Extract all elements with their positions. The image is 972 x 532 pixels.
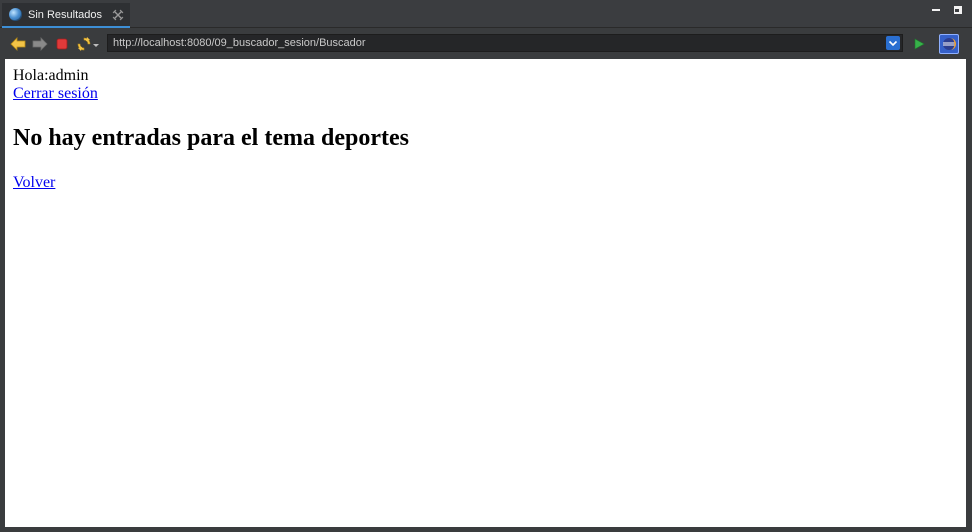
maximize-icon[interactable] — [954, 6, 962, 14]
browser-window: Sin Resultados http://localhost:8080/09_… — [0, 0, 972, 532]
tab-title: Sin Resultados — [28, 9, 102, 21]
window-controls — [932, 6, 962, 14]
chevron-down-icon — [888, 40, 898, 47]
tab-bar: Sin Resultados — [0, 0, 972, 28]
page-content: Hola:admin Cerrar sesión No hay entradas… — [5, 59, 966, 527]
back-arrow-icon[interactable] — [10, 36, 26, 52]
browser-toolbar: http://localhost:8080/09_buscador_sesion… — [0, 28, 972, 59]
greeting-text: Hola:admin — [13, 67, 89, 84]
chevron-down-icon[interactable] — [93, 36, 99, 52]
refresh-icon[interactable] — [76, 36, 92, 52]
page-heading: No hay entradas para el tema deportes — [13, 125, 409, 151]
minimize-icon[interactable] — [932, 9, 940, 11]
stop-icon[interactable] — [54, 36, 70, 52]
globe-icon — [9, 8, 22, 21]
url-text[interactable]: http://localhost:8080/09_buscador_sesion… — [113, 36, 366, 50]
eclipse-logo-icon — [943, 38, 956, 50]
eclipse-icon[interactable] — [939, 34, 959, 54]
back-link[interactable]: Volver — [13, 174, 55, 191]
forward-arrow-icon[interactable] — [32, 36, 48, 52]
logout-link[interactable]: Cerrar sesión — [13, 85, 98, 102]
url-bar[interactable]: http://localhost:8080/09_buscador_sesion… — [107, 34, 903, 52]
close-icon[interactable] — [112, 9, 124, 21]
url-dropdown-button[interactable] — [886, 36, 900, 50]
tab-sin-resultados[interactable]: Sin Resultados — [2, 3, 130, 28]
go-icon[interactable] — [912, 37, 926, 51]
